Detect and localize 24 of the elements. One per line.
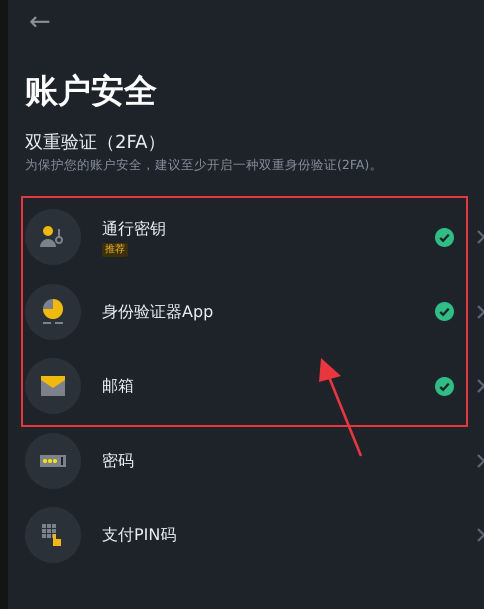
chevron-right-icon	[476, 528, 484, 542]
person-key-icon	[40, 225, 66, 250]
security-option[interactable]: 身份验证器App	[25, 274, 484, 349]
chevron-right-icon	[476, 454, 484, 468]
option-label: 通行密钥	[102, 218, 167, 240]
password-field-icon	[40, 454, 66, 467]
recommended-tag: 推荐	[102, 242, 128, 257]
section-heading: 双重验证（2FA）	[25, 131, 166, 155]
option-label: 身份验证器App	[102, 300, 214, 323]
security-option[interactable]: 支付PIN码	[25, 498, 484, 572]
chevron-right-icon	[476, 230, 484, 244]
security-option[interactable]: 密码	[25, 424, 484, 498]
back-button[interactable]: ←	[29, 9, 51, 35]
pie-chart-icon	[41, 298, 65, 326]
security-option[interactable]: 通行密钥 推荐	[25, 200, 484, 274]
envelope-icon	[41, 376, 65, 396]
chevron-right-icon	[476, 379, 484, 394]
chevron-right-icon	[476, 304, 484, 319]
option-label: 支付PIN码	[102, 524, 178, 546]
option-label: 密码	[102, 450, 135, 472]
section-description: 为保护您的账户安全，建议至少开启一种双重身份验证(2FA)。	[25, 156, 384, 174]
keypad-tap-icon	[42, 524, 64, 546]
page-title: 账户安全	[25, 71, 158, 111]
option-label: 邮箱	[102, 375, 135, 398]
